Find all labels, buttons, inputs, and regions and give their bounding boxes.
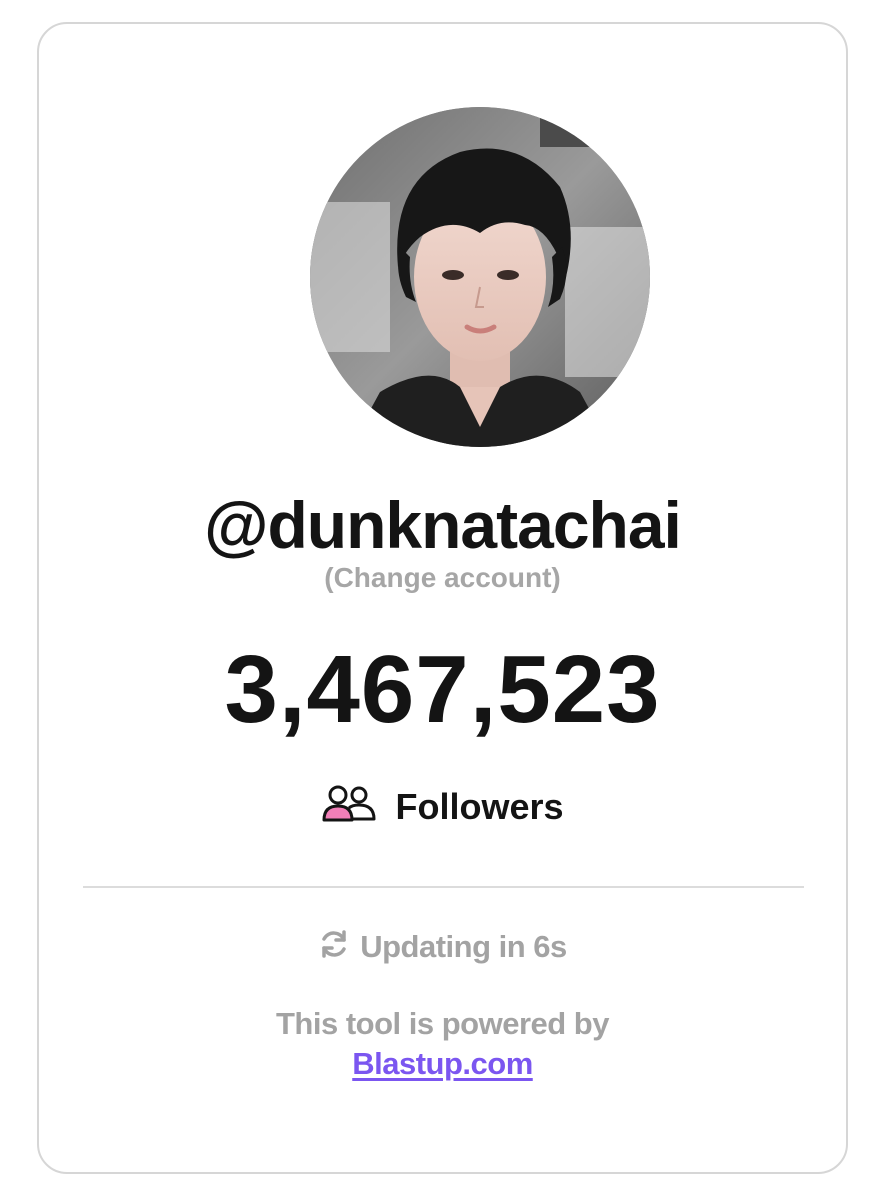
counter-card: @dunknatachai (Change account) 3,467,523… bbox=[37, 22, 848, 1174]
followers-icon bbox=[321, 784, 377, 829]
follower-count: 3,467,523 bbox=[224, 636, 661, 743]
refresh-icon bbox=[318, 928, 350, 965]
divider bbox=[83, 886, 804, 888]
powered-by-text: This tool is powered by bbox=[276, 1006, 609, 1041]
metric-label-row: Followers bbox=[39, 784, 846, 829]
update-status: Updating in 6s bbox=[39, 928, 846, 965]
blastup-link[interactable]: Blastup.com bbox=[352, 1046, 533, 1081]
avatar bbox=[310, 107, 650, 447]
metric-label: Followers bbox=[395, 785, 564, 827]
profile-photo bbox=[310, 107, 650, 447]
change-account-link[interactable]: (Change account) bbox=[39, 564, 846, 592]
blastup-link-row: Blastup.com bbox=[39, 1048, 846, 1079]
username: @dunknatachai bbox=[204, 488, 682, 562]
updating-text: Updating in 6s bbox=[360, 928, 567, 964]
